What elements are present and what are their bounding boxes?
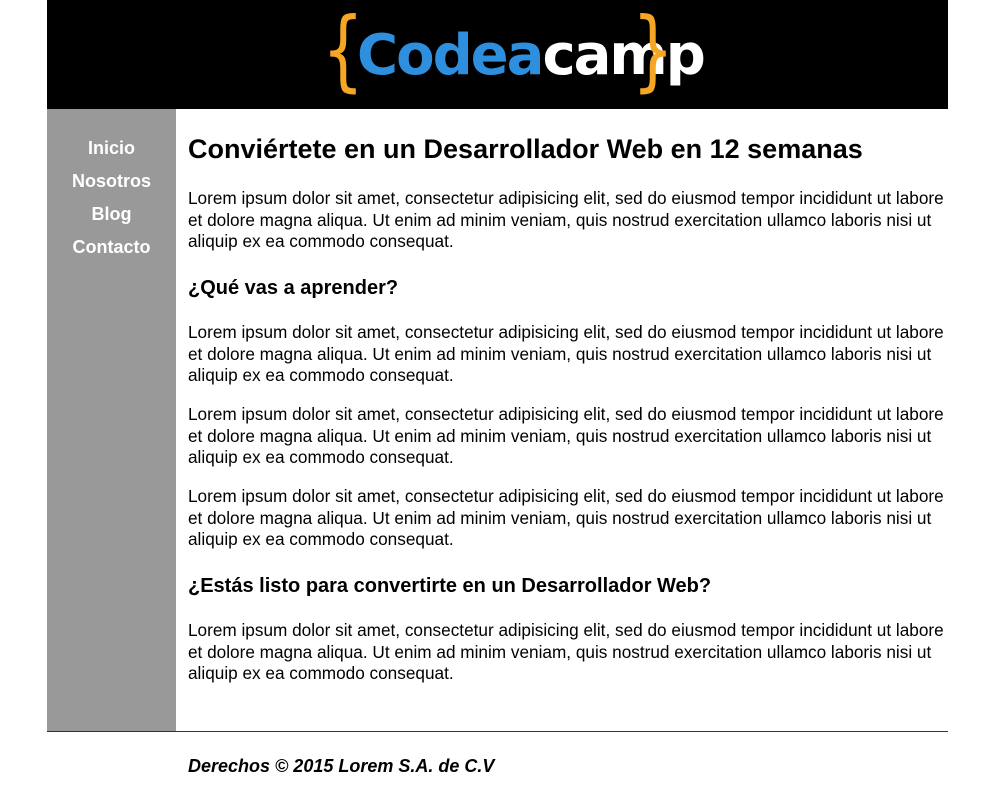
logo-word-part1: Codea [357,23,544,88]
page: { Codeacamp } Inicio Nosotros Blog Conta… [47,0,948,791]
section-heading-learn: ¿Qué vas a aprender? [188,277,399,299]
site-header: { Codeacamp } [47,0,948,109]
nav-item-nosotros[interactable]: Nosotros [47,170,176,192]
logo-word-part2: camp [542,23,705,88]
nav-item-contacto[interactable]: Contacto [47,236,176,258]
logo-right-brace: } [632,0,674,101]
learn-paragraph-3: Lorem ipsum dolor sit amet, consectetur … [188,486,944,549]
learn-paragraph-2: Lorem ipsum dolor sit amet, consectetur … [188,404,944,467]
sidebar-nav: Inicio Nosotros Blog Contacto [47,109,176,731]
footer-copyright: Derechos © 2015 Lorem S.A. de C.V [188,756,495,776]
nav-item-blog[interactable]: Blog [47,203,176,225]
codeacamp-logo[interactable]: { Codeacamp } [317,0,706,100]
nav-item-inicio[interactable]: Inicio [47,137,176,159]
ready-paragraph-1: Lorem ipsum dolor sit amet, consectetur … [188,620,944,683]
footer-divider [47,731,948,732]
page-title: Conviértete en un Desarrollador Web en 1… [188,134,863,164]
section-heading-ready: ¿Estás listo para convertirte en un Desa… [188,575,712,597]
intro-paragraph: Lorem ipsum dolor sit amet, consectetur … [188,188,944,251]
learn-paragraph-1: Lorem ipsum dolor sit amet, consectetur … [188,322,944,385]
